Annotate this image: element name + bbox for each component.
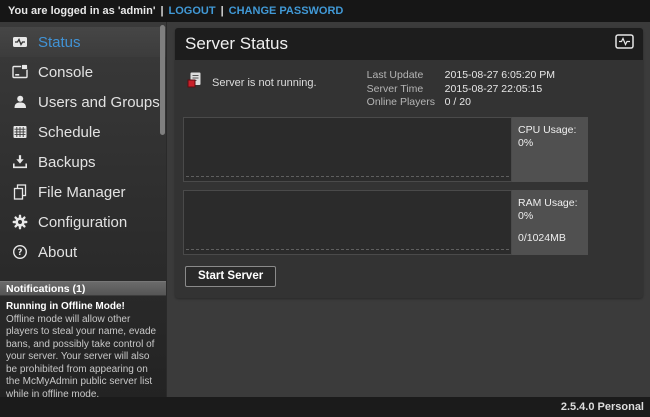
separator: | xyxy=(160,5,163,17)
separator: | xyxy=(221,5,224,17)
sidebar-item-label: Status xyxy=(38,34,81,51)
change-password-link[interactable]: CHANGE PASSWORD xyxy=(229,5,344,17)
info-value: 0 / 20 xyxy=(445,96,471,110)
cpu-usage-chart xyxy=(183,117,512,182)
sidebar-item-schedule[interactable]: Schedule xyxy=(0,117,166,147)
status-monitor-icon xyxy=(12,34,28,50)
sidebar-item-label: Console xyxy=(38,64,93,81)
cpu-usage-label: CPU Usage: xyxy=(518,124,582,137)
server-status-message: Server is not running. xyxy=(212,77,317,89)
status-monitor-icon xyxy=(615,34,634,54)
notification-text: Offline mode will allow other players to… xyxy=(6,314,160,402)
notification-item: Running in Offline Mode! Offline mode wi… xyxy=(0,296,166,406)
server-state: Server is not running. xyxy=(187,72,317,93)
sidebar-nav: Status Console xyxy=(0,22,166,267)
ram-usage-detail: 0/1024MB xyxy=(518,232,582,245)
sidebar-scrollbar[interactable] xyxy=(160,25,165,135)
question-circle-icon: ? xyxy=(12,244,28,260)
svg-text:?: ? xyxy=(18,248,23,258)
ram-usage-value: 0% xyxy=(518,210,582,223)
download-tray-icon xyxy=(12,154,28,170)
server-status-panel: Server Status xyxy=(175,28,643,298)
ram-usage-gauge: RAM Usage: 0% 0/1024MB xyxy=(512,190,588,255)
ram-usage-chart xyxy=(183,190,512,255)
cpu-graph-row: CPU Usage: 0% xyxy=(183,117,635,182)
sidebar-item-about[interactable]: ? About xyxy=(0,237,166,267)
logged-in-text: You are logged in as 'admin' xyxy=(8,5,155,17)
info-label: Last Update xyxy=(367,69,445,83)
cpu-usage-gauge: CPU Usage: 0% xyxy=(512,117,588,182)
sidebar-item-console[interactable]: Console xyxy=(0,57,166,87)
pages-icon xyxy=(12,184,28,200)
ram-chart-baseline xyxy=(186,249,509,250)
info-row-online-players: Online Players 0 / 20 xyxy=(367,96,555,110)
mcmyadmin-app: You are logged in as 'admin' | LOGOUT | … xyxy=(0,0,650,417)
main-area: Server Status xyxy=(167,22,650,397)
sidebar-item-label: About xyxy=(38,244,77,261)
server-stopped-icon xyxy=(187,72,203,93)
info-row-last-update: Last Update 2015-08-27 6:05:20 PM xyxy=(367,69,555,83)
panel-header: Server Status xyxy=(175,28,643,60)
content-row: Status Console xyxy=(0,22,650,397)
info-label: Online Players xyxy=(367,96,445,110)
info-value: 2015-08-27 6:05:20 PM xyxy=(445,69,555,83)
page-title: Server Status xyxy=(185,34,288,54)
panel-body: Server is not running. Last Update 2015-… xyxy=(175,60,643,298)
info-value: 2015-08-27 22:05:15 xyxy=(445,83,543,97)
cpu-chart-baseline xyxy=(186,176,509,177)
notifications-header: Notifications (1) xyxy=(0,281,166,296)
sidebar-item-status[interactable]: Status xyxy=(0,27,166,57)
gear-icon xyxy=(12,214,28,230)
logout-link[interactable]: LOGOUT xyxy=(169,5,216,17)
sidebar-item-label: Users and Groups xyxy=(38,94,160,111)
sidebar: Status Console xyxy=(0,22,167,397)
info-label: Server Time xyxy=(367,83,445,97)
ram-usage-label: RAM Usage: xyxy=(518,197,582,210)
sidebar-item-label: Backups xyxy=(38,154,96,171)
status-row: Server is not running. Last Update 2015-… xyxy=(183,67,635,117)
schedule-grid-icon xyxy=(12,124,28,140)
sidebar-item-label: File Manager xyxy=(38,184,126,201)
sidebar-item-label: Configuration xyxy=(38,214,127,231)
console-icon xyxy=(12,64,28,80)
sidebar-item-users-and-groups[interactable]: Users and Groups xyxy=(0,87,166,117)
server-info-table: Last Update 2015-08-27 6:05:20 PM Server… xyxy=(367,69,555,110)
users-icon xyxy=(12,94,28,110)
notification-title: Running in Offline Mode! xyxy=(6,301,160,314)
sidebar-item-backups[interactable]: Backups xyxy=(0,147,166,177)
sidebar-item-file-manager[interactable]: File Manager xyxy=(0,177,166,207)
version-text: 2.5.4.0 Personal xyxy=(561,401,644,413)
ram-graph-row: RAM Usage: 0% 0/1024MB xyxy=(183,190,635,255)
sidebar-item-configuration[interactable]: Configuration xyxy=(0,207,166,237)
info-row-server-time: Server Time 2015-08-27 22:05:15 xyxy=(367,83,555,97)
cpu-usage-value: 0% xyxy=(518,137,582,150)
start-server-button[interactable]: Start Server xyxy=(185,266,276,287)
top-bar: You are logged in as 'admin' | LOGOUT | … xyxy=(0,0,650,22)
sidebar-item-label: Schedule xyxy=(38,124,101,141)
